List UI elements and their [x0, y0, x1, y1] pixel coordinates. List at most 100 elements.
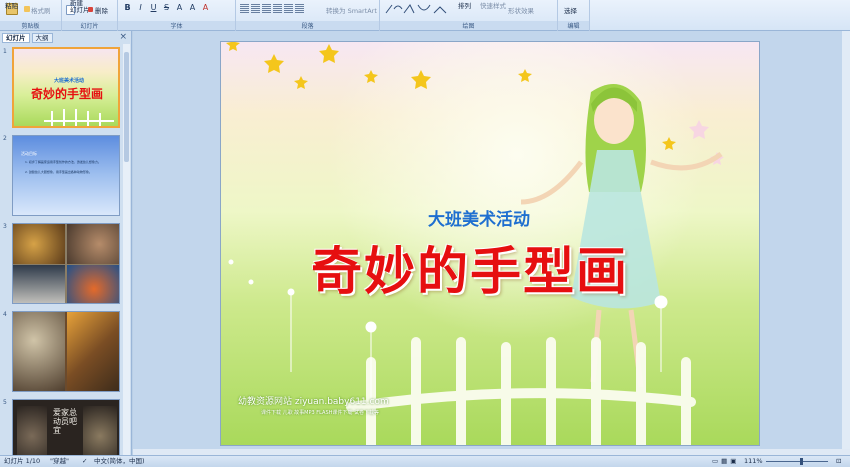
thumbnail-slide-5[interactable]: 爱家总动员吧宜 — [12, 399, 120, 455]
thumbnail-scrollbar[interactable] — [123, 44, 130, 455]
thumbnail-list: 1 大班美术活动 奇妙的手型画 2 活动目标 1. 初步了解画家运用手型创作的方… — [0, 44, 124, 455]
fence-illustration — [346, 337, 696, 445]
thumb-title: 奇妙的手型画 — [31, 87, 104, 101]
drawing-group-label: 绘图 — [380, 21, 557, 30]
slide-title[interactable]: 奇妙的手型画 — [311, 230, 629, 304]
thumbnail-slide-2[interactable]: 活动目标 1. 初步了解画家运用手型创作的方法，激发幼儿想象力。 2. 鼓励幼儿… — [12, 135, 120, 216]
zoom-level[interactable]: 111% — [744, 456, 763, 467]
view-buttons[interactable]: ▭▦▣ — [712, 456, 739, 467]
paragraph-group: 转换为 SmartArt 段落 — [236, 0, 380, 31]
slide-subtitle[interactable]: 大班美术活动 — [428, 205, 530, 230]
status-bar: 幻灯片 1/10 "穿越" ✓ 中文(简体，中国) ▭▦▣ 111% ⊡ — [0, 455, 850, 467]
thumb-number: 4 — [3, 311, 7, 318]
thumb-text-heading: 活动目标 — [21, 151, 37, 156]
paragraph-align-row — [240, 4, 304, 13]
thumb-photo — [13, 312, 65, 391]
close-pane-icon[interactable]: × — [119, 33, 127, 42]
editing-group-label: 编辑 — [558, 21, 589, 30]
font-format-row: B I U S A A A — [122, 3, 211, 13]
font-group-label: 字体 — [118, 21, 235, 30]
thumb-number: 2 — [3, 135, 7, 142]
slides-group-label: 幻灯片 — [62, 21, 117, 30]
star-icon — [364, 70, 378, 83]
drawing-group: 排列 快速样式 形状效果 绘图 — [380, 0, 558, 31]
align-center-icon[interactable] — [251, 4, 260, 13]
slides-group: 新建 幻灯片 删除 幻灯片 — [62, 0, 118, 31]
thumb-photo — [17, 406, 47, 455]
strikethrough-icon[interactable]: S — [161, 3, 172, 13]
clipboard-group-label: 剪贴板 — [0, 21, 61, 30]
star-icon — [689, 120, 709, 139]
spellcheck-icon[interactable]: ✓ — [82, 456, 87, 467]
star-icon — [411, 70, 431, 89]
thumbnail-slide-4[interactable] — [12, 311, 120, 392]
theme-name[interactable]: "穿越" — [50, 456, 69, 467]
pane-tabs: 幻灯片 大纲 — [2, 33, 53, 43]
star-icons — [226, 42, 724, 165]
tab-outline[interactable]: 大纲 — [31, 33, 53, 43]
delete-button[interactable]: 删除 — [95, 5, 108, 15]
underline-icon[interactable]: U — [148, 3, 159, 13]
align-left-icon[interactable] — [240, 4, 249, 13]
editing-group: 选择 编辑 — [558, 0, 590, 31]
format-painter-button[interactable]: 格式刷 — [31, 5, 51, 15]
font-group: B I U S A A A 字体 — [118, 0, 236, 31]
thumb-number: 1 — [3, 48, 7, 55]
columns-icon[interactable] — [284, 4, 293, 13]
font-color-icon[interactable]: A — [200, 3, 211, 13]
thumb-number: 3 — [3, 223, 7, 230]
font-size-up-icon[interactable]: A — [187, 3, 198, 13]
thumbnail-slide-3[interactable] — [12, 223, 120, 304]
star-icon — [319, 44, 339, 63]
italic-icon[interactable]: I — [135, 3, 146, 13]
slide-counter: 幻灯片 1/10 — [4, 457, 41, 465]
format-painter-icon[interactable] — [24, 6, 30, 12]
align-right-icon[interactable] — [262, 4, 271, 13]
star-icon — [662, 137, 676, 150]
fit-window-icon[interactable]: ⊡ — [836, 456, 841, 467]
clipboard-group: 粘贴 格式刷 剪贴板 — [0, 0, 62, 31]
paste-button[interactable]: 粘贴 — [5, 0, 18, 10]
select-button[interactable]: 选择 — [564, 5, 577, 15]
delete-icon[interactable] — [88, 7, 93, 12]
star-icon — [226, 42, 240, 51]
ribbon: 粘贴 格式刷 剪贴板 新建 幻灯片 删除 幻灯片 B I U S A A A 字… — [0, 0, 850, 31]
editor-scrollbar[interactable] — [842, 31, 850, 455]
thumb-photo — [67, 265, 119, 303]
slide-editor: 大班美术活动 奇妙的手型画 幼教资源网站 ziyuan.baby611.com … — [133, 31, 850, 455]
language-indicator[interactable]: 中文(简体，中国) — [94, 456, 145, 467]
thumb-text-line: 1. 初步了解画家运用手型创作的方法，激发幼儿想象力。 — [25, 160, 101, 164]
shapes-gallery-icon[interactable] — [384, 3, 450, 15]
new-slide-button[interactable]: 新建 幻灯片 — [70, 0, 90, 14]
zoom-thumb[interactable] — [800, 458, 803, 465]
thumb-fence-image — [44, 109, 114, 126]
current-slide[interactable]: 大班美术活动 奇妙的手型画 幼教资源网站 ziyuan.baby611.com … — [220, 41, 760, 446]
shape-effects-button[interactable]: 形状效果 — [508, 5, 534, 15]
thumb-photo — [67, 224, 119, 264]
thumb-photo — [13, 265, 65, 303]
justify-icon[interactable] — [273, 4, 282, 13]
thumbnail-slide-1[interactable]: 大班美术活动 奇妙的手型画 — [12, 47, 120, 128]
slide-thumbnail-pane: 幻灯片 大纲 × 1 大班美术活动 奇妙的手型画 2 活动目标 1. 初步了解画… — [0, 31, 132, 455]
arrange-button[interactable]: 排列 — [458, 0, 471, 10]
tab-slides[interactable]: 幻灯片 — [2, 33, 30, 43]
thumb-photo — [13, 224, 65, 264]
slide-footer-site: 幼教资源网站 ziyuan.baby611.com — [238, 397, 389, 407]
thumb-caption: 爱家总动员吧宜 — [53, 408, 77, 435]
thumb-subtitle: 大班美术活动 — [54, 78, 85, 84]
star-icon — [294, 76, 308, 89]
quick-styles-button[interactable]: 快速样式 — [480, 0, 506, 10]
text-direction-icon[interactable] — [295, 4, 304, 13]
thumb-number: 5 — [3, 399, 7, 406]
thumb-photo — [67, 312, 119, 391]
thumb-text-line: 2. 鼓励幼儿大胆想象，用手型画出各种动物形象。 — [25, 170, 92, 174]
thumb-photo — [83, 406, 117, 455]
scroll-thumb[interactable] — [124, 52, 129, 162]
star-icon — [518, 69, 532, 82]
convert-smartart-button[interactable]: 转换为 SmartArt — [326, 5, 377, 15]
char-spacing-icon[interactable]: A — [174, 3, 185, 13]
zoom-slider[interactable] — [766, 461, 828, 462]
bold-icon[interactable]: B — [122, 3, 133, 13]
paragraph-group-label: 段落 — [236, 21, 379, 30]
slide-footer-links: 课件下载 儿歌 故事MP3 FLASH课件下载 试卷下载等 — [261, 410, 380, 416]
